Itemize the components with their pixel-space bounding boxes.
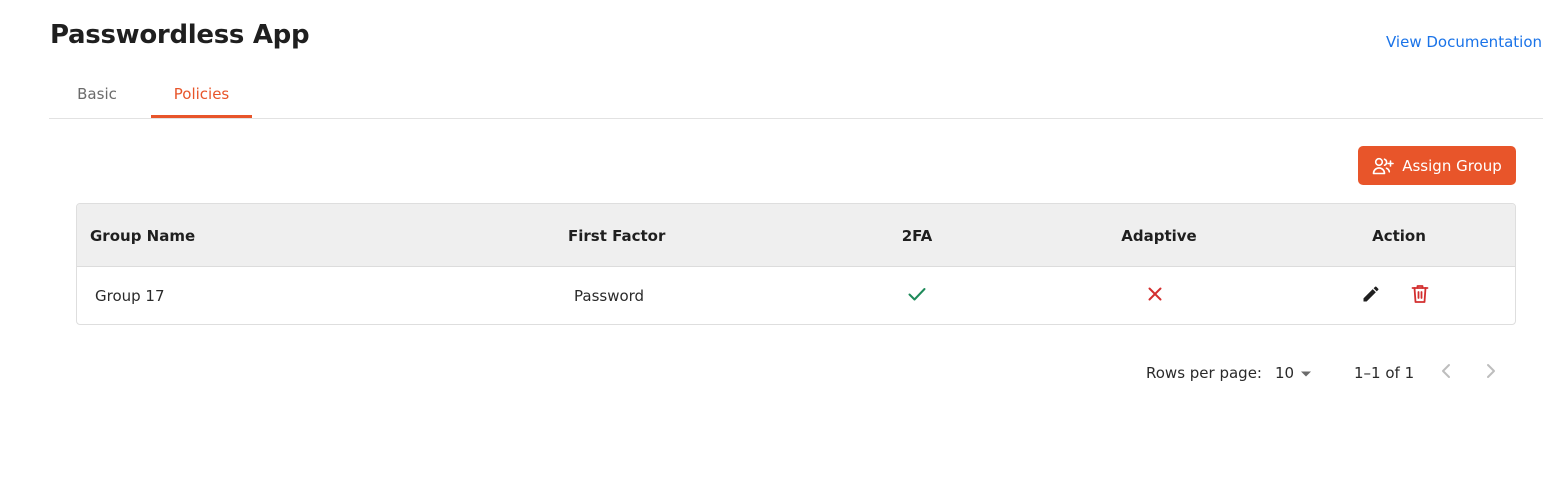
pagination: Rows per page: 10 1–1 of 1 xyxy=(0,355,1567,391)
delete-icon xyxy=(1411,284,1429,308)
view-documentation-link[interactable]: View Documentation xyxy=(1386,33,1542,51)
table-row: Group 17 Password xyxy=(77,267,1515,324)
column-header-group-name: Group Name xyxy=(90,226,196,245)
next-page-button[interactable] xyxy=(1477,359,1505,387)
previous-page-button[interactable] xyxy=(1432,359,1460,387)
assign-group-button[interactable]: Assign Group xyxy=(1358,146,1516,185)
active-tab-indicator xyxy=(151,115,252,118)
rows-per-page-select[interactable]: 10 xyxy=(1268,359,1318,387)
cell-2fa xyxy=(867,267,967,324)
tab-basic[interactable]: Basic xyxy=(49,70,145,118)
tab-policies[interactable]: Policies xyxy=(151,70,252,118)
edit-icon xyxy=(1361,284,1381,308)
page-title: Passwordless App xyxy=(50,20,310,50)
chevron-right-icon xyxy=(1486,363,1496,383)
pagination-range: 1–1 of 1 xyxy=(1354,364,1415,382)
user-plus-icon xyxy=(1372,157,1395,175)
caret-down-icon xyxy=(1300,364,1312,382)
column-header-adaptive: Adaptive xyxy=(1121,226,1197,245)
cell-first-factor: Password xyxy=(574,287,645,305)
groups-table: Group Name First Factor 2FA Adaptive Act… xyxy=(76,203,1516,325)
cell-group-name: Group 17 xyxy=(95,287,165,305)
rows-per-page-value: 10 xyxy=(1275,364,1295,382)
close-icon xyxy=(1147,286,1163,306)
rows-per-page-label: Rows per page: xyxy=(1146,364,1262,382)
delete-button[interactable] xyxy=(1411,267,1429,324)
table-header: Group Name First Factor 2FA Adaptive Act… xyxy=(77,204,1515,267)
check-icon xyxy=(907,286,927,306)
assign-group-label: Assign Group xyxy=(1402,156,1502,175)
chevron-left-icon xyxy=(1441,363,1451,383)
column-header-action: Action xyxy=(1372,226,1426,245)
cell-adaptive xyxy=(1105,267,1205,324)
column-header-2fa: 2FA xyxy=(901,226,933,245)
column-header-first-factor: First Factor xyxy=(568,226,666,245)
tab-bar: Basic Policies xyxy=(49,70,1543,119)
edit-button[interactable] xyxy=(1361,267,1381,324)
